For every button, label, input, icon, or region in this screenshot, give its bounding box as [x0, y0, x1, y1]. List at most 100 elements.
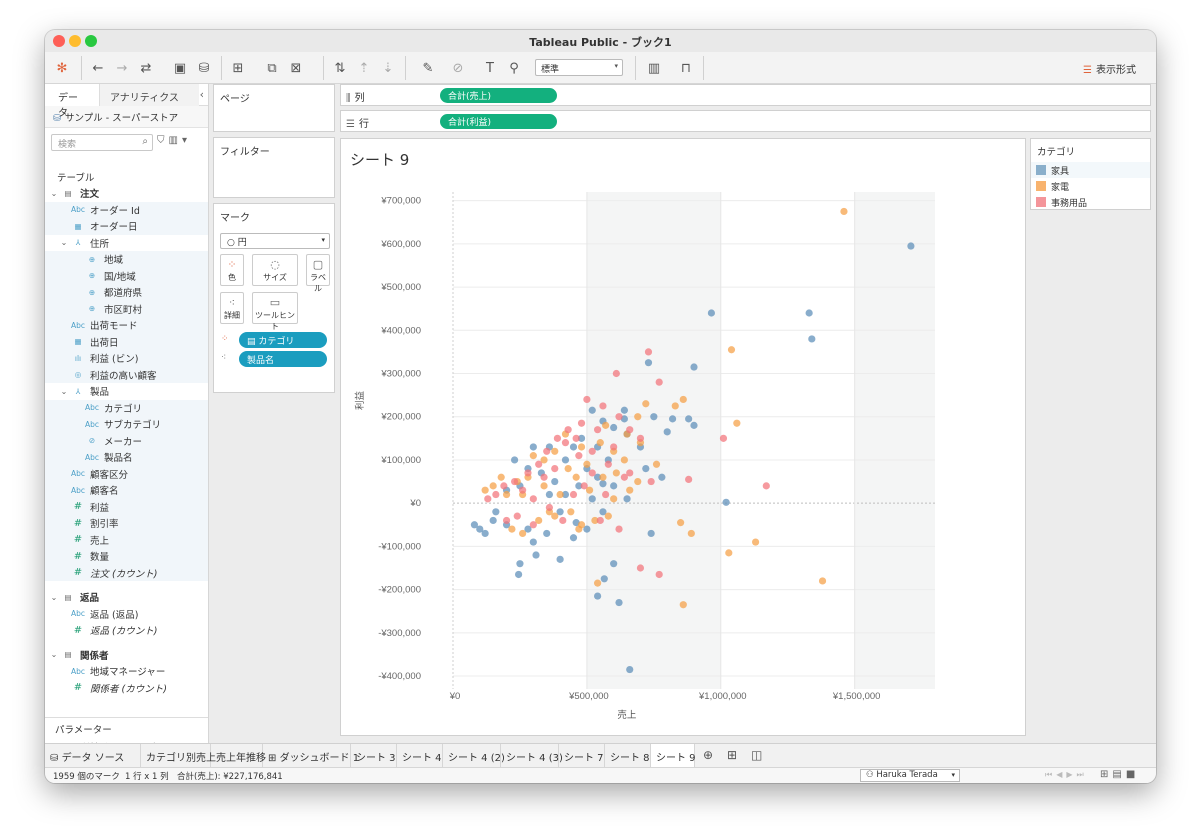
duplicate-sheet-icon[interactable]: ⧉ — [263, 59, 281, 77]
field-item[interactable]: ⌄ ▤ 返品 — [45, 589, 208, 606]
new-datasource-icon[interactable]: ⛁ — [195, 59, 213, 77]
collapse-pane-icon[interactable]: ‹ — [200, 88, 204, 101]
fix-axes-icon[interactable]: ⚲ — [505, 59, 523, 77]
sheet-tab[interactable]: シート 4 (3) — [501, 744, 563, 767]
user-menu[interactable]: ⚇ Haruka Terada ▾ — [860, 769, 960, 782]
field-item[interactable]: ılı 利益 (ビン) — [45, 350, 208, 367]
field-item[interactable]: ▦ 出荷日 — [45, 333, 208, 350]
rows-shelf[interactable]: ☰ 行 合計(利益) — [340, 110, 1151, 132]
scatter-point — [515, 570, 523, 579]
field-item[interactable]: Abc 顧客区分 — [45, 465, 208, 482]
field-item[interactable]: # 注文 (カウント) — [45, 564, 208, 581]
sheet-tab[interactable]: シート 4 — [397, 744, 443, 767]
new-story-tab-icon[interactable]: ◫ — [751, 748, 762, 762]
product-detail-pill[interactable]: 製品名 — [239, 351, 327, 367]
size-button[interactable]: ◌ サイズ — [252, 254, 298, 286]
save-icon[interactable]: ▣ — [171, 59, 189, 77]
field-item[interactable]: ⌄ ▤ 関係者 — [45, 647, 208, 664]
tab-data[interactable]: データ — [45, 84, 99, 119]
field-item[interactable]: ◎ 利益の高い顧客 — [45, 366, 208, 383]
sheet-tab[interactable]: シート 9 — [651, 744, 696, 767]
sheet-navigation[interactable]: ⏮◀▶⏭ — [1045, 770, 1088, 780]
color-button[interactable]: ⁘ 色 — [220, 254, 244, 286]
sheet-tab[interactable]: シート 3 — [351, 744, 397, 767]
sheet-tab[interactable]: ⊞ ダッシュボード 1 — [263, 744, 359, 767]
sort-ascending-icon[interactable]: ⇡ — [355, 59, 373, 77]
field-type-icon: # — [73, 682, 83, 694]
field-item[interactable]: Abc 顧客名 — [45, 482, 208, 499]
sheet-tab[interactable]: シート 4 (2) — [443, 744, 505, 767]
field-item[interactable]: ⊘ メーカー — [45, 432, 208, 449]
field-item[interactable]: ⌄ ⅄ 住所 — [45, 235, 208, 252]
field-item[interactable]: Abc 返品 (返品) — [45, 606, 208, 623]
legend-item[interactable]: 家具 — [1031, 162, 1150, 178]
new-worksheet-icon[interactable]: ⊞ — [229, 59, 247, 77]
undo-icon[interactable]: ← — [89, 59, 107, 77]
show-me-icon[interactable]: ▥ — [645, 59, 663, 77]
field-item[interactable]: # 数量 — [45, 548, 208, 565]
mark-type-select[interactable]: ○ 円 ▾ — [220, 233, 330, 249]
field-item[interactable]: ⊕ 国/地域 — [45, 267, 208, 284]
field-item[interactable]: ⌄ ⅄ 製品 — [45, 383, 208, 400]
field-item[interactable]: # 割引率 — [45, 515, 208, 532]
label-button[interactable]: ▢ ラベル — [306, 254, 330, 293]
sheet-tab[interactable]: カテゴリ別売上 — [141, 744, 216, 767]
field-item[interactable]: Abc サブカテゴリ — [45, 416, 208, 433]
swap-rows-columns-icon[interactable]: ⇅ — [331, 59, 349, 77]
field-item[interactable]: # 返品 (カウント) — [45, 622, 208, 639]
redo-icon[interactable]: → — [113, 59, 131, 77]
field-item[interactable]: Abc カテゴリ — [45, 399, 208, 416]
fit-select[interactable]: 標準 ▾ — [535, 59, 623, 76]
field-item[interactable]: ▦ オーダー日 — [45, 218, 208, 235]
search-input[interactable]: 検索 ⌕ — [51, 134, 153, 151]
detail-button[interactable]: ⁖ 詳細 — [220, 292, 244, 324]
field-item[interactable]: Abc オーダー Id — [45, 201, 208, 218]
pane-tools[interactable]: ⛉▥▾ — [157, 135, 191, 146]
sheet-tab[interactable]: 売上年推移 — [211, 744, 266, 767]
scatter-point — [907, 242, 915, 250]
field-item[interactable]: ⊕ 都道府県 — [45, 284, 208, 301]
rows-pill[interactable]: 合計(利益) — [440, 114, 557, 129]
swap-icon[interactable]: ⇄ — [137, 59, 155, 77]
field-item[interactable]: # 利益 — [45, 498, 208, 515]
field-item[interactable]: Abc 出荷モード — [45, 317, 208, 334]
scatter-point — [529, 452, 537, 460]
columns-pill[interactable]: 合計(売上) — [440, 88, 557, 103]
show-labels-icon[interactable]: T — [481, 59, 499, 77]
datasource-item[interactable]: ⛁ サンプル - スーパーストア — [45, 106, 208, 128]
field-item[interactable]: ⊕ 市区町村 — [45, 300, 208, 317]
group-icon[interactable]: ⊘ — [449, 59, 467, 77]
legend-item[interactable]: 家電 — [1031, 178, 1150, 194]
sheet-view-buttons[interactable]: ⊞▤■ — [1100, 769, 1139, 780]
field-item[interactable]: Abc 製品名 — [45, 449, 208, 466]
format-button[interactable]: ☰ 表示形式 — [1083, 61, 1136, 76]
columns-icon: ⫼ — [346, 93, 351, 104]
tab-analytics[interactable]: アナリティクス — [99, 84, 199, 106]
field-item[interactable]: # 関係者 (カウント) — [45, 680, 208, 697]
sheet-tab[interactable]: シート 8 — [605, 744, 651, 767]
pages-card[interactable]: ページ — [213, 84, 335, 132]
field-item[interactable]: ⌄ ▤ 注文 — [45, 185, 208, 202]
sheet-tab[interactable]: シート 7 — [559, 744, 605, 767]
view-canvas[interactable]: シート 9 ¥700,000 ¥600,000 ¥500,000 ¥400,000 ¥3… — [340, 138, 1026, 736]
filters-card[interactable]: フィルター — [213, 137, 335, 198]
sort-descending-icon[interactable]: ⇣ — [379, 59, 397, 77]
presentation-icon[interactable]: ⊓ — [677, 59, 695, 77]
columns-shelf[interactable]: ⫼ 列 合計(売上) — [340, 84, 1151, 106]
scatter-point — [808, 335, 816, 343]
field-item[interactable]: ⊕ 地域 — [45, 251, 208, 268]
field-item[interactable]: # 売上 — [45, 531, 208, 548]
new-worksheet-tab-icon[interactable]: ⊕ — [703, 748, 713, 762]
field-item[interactable]: Abc 地域マネージャー — [45, 663, 208, 680]
scatter-point — [577, 443, 586, 451]
tooltip-button[interactable]: ▭ ツールヒント — [252, 292, 298, 331]
new-dashboard-tab-icon[interactable]: ⊞ — [727, 748, 737, 762]
category-color-pill[interactable]: ▤ カテゴリ — [239, 332, 327, 348]
clear-sheet-icon[interactable]: ⊠ — [287, 59, 305, 77]
highlight-icon[interactable]: ✎ — [419, 59, 437, 77]
scatter-point — [604, 460, 612, 468]
scatter-plot[interactable]: ¥700,000 ¥600,000 ¥500,000 ¥400,000 ¥300,000… — [341, 139, 1025, 735]
legend-item[interactable]: 事務用品 — [1031, 194, 1150, 210]
tableau-logo-icon[interactable]: ✻ — [53, 59, 71, 77]
sheet-tab[interactable]: ⛁ データ ソース — [45, 744, 141, 767]
